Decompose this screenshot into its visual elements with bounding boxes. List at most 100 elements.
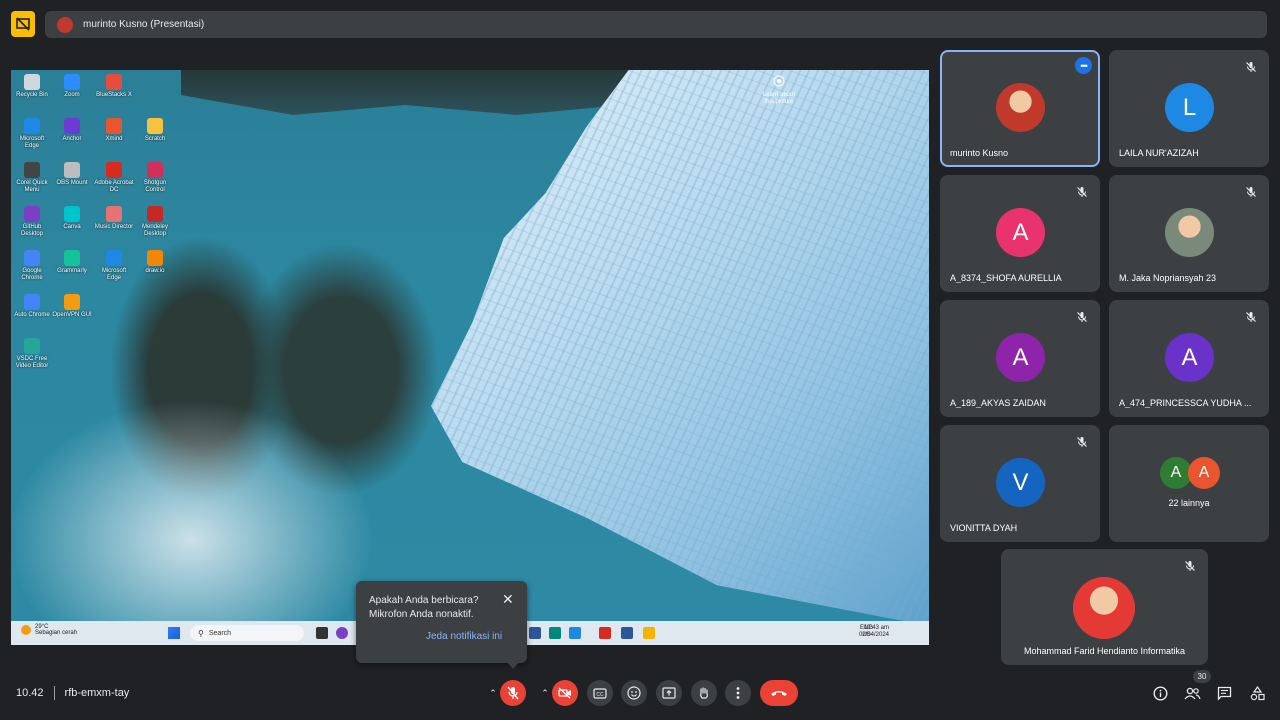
present-icon bbox=[662, 687, 676, 699]
taskbar-clock[interactable]: 10:43 am 02/04/2024 bbox=[859, 625, 889, 639]
desktop-icon-label: Zoom bbox=[64, 92, 80, 98]
desktop-icon[interactable]: OBS Mount bbox=[52, 162, 92, 187]
desktop-icon-label: Microsoft Edge bbox=[101, 268, 127, 281]
participant-tile[interactable]: Mohammad Farid Hendianto Informatika bbox=[1001, 549, 1208, 665]
people-icon bbox=[1184, 687, 1201, 699]
weather-widget[interactable]: 29°C Sebagian cerah bbox=[21, 624, 77, 636]
desktop-icon[interactable]: Shotgun Control bbox=[135, 162, 175, 194]
desktop-icon[interactable]: Mendeley Desktop bbox=[135, 206, 175, 238]
desktop-icon-label: Grammarly bbox=[57, 268, 87, 274]
people-button[interactable] bbox=[1183, 684, 1201, 702]
desktop-icon[interactable]: Xmind bbox=[94, 118, 134, 143]
taskbar-app-icon[interactable] bbox=[599, 627, 611, 639]
video-options-caret-icon[interactable]: ⌃ bbox=[538, 686, 552, 700]
desktop-icon[interactable]: BlueStacks X bbox=[94, 74, 134, 99]
desktop-icons: Recycle Bin Zoom BlueStacks X Microsoft Edg… bbox=[11, 70, 181, 390]
shared-screen: Recycle Bin Zoom BlueStacks X Microsoft Edg… bbox=[11, 70, 929, 645]
leave-call-button[interactable] bbox=[760, 680, 798, 706]
participant-name: murinto Kusno bbox=[950, 148, 1009, 158]
desktop-icon[interactable]: Corel Quick Menu bbox=[12, 162, 52, 194]
desktop-icon[interactable]: Scratch bbox=[135, 118, 175, 143]
desktop-icon[interactable]: draw.io bbox=[135, 250, 175, 275]
desktop-icon[interactable]: Music Director bbox=[94, 206, 134, 231]
app-icon bbox=[64, 250, 80, 266]
divider bbox=[53, 686, 55, 700]
desktop-icon[interactable]: Adobe Acrobat DC bbox=[94, 162, 134, 194]
meeting-details-button[interactable] bbox=[1151, 684, 1169, 702]
close-icon[interactable]: ✕ bbox=[502, 591, 514, 608]
taskbar-app-icon[interactable] bbox=[569, 627, 581, 639]
participant-tile[interactable]: murinto Kusno ••• bbox=[940, 50, 1100, 167]
desktop-icon-label: Mendeley Desktop bbox=[141, 224, 168, 237]
taskbar-app-icon[interactable] bbox=[316, 627, 328, 639]
participant-tile[interactable]: A A_474_PRINCESSCA YUDHA ... bbox=[1109, 300, 1269, 417]
desktop-icon-label: Shotgun Control bbox=[143, 180, 167, 193]
others-avatar: A bbox=[1188, 457, 1220, 489]
desktop-icon[interactable]: Recycle Bin bbox=[12, 74, 52, 99]
captions-button[interactable]: CC bbox=[587, 680, 613, 706]
pause-notification-button[interactable]: Jeda notifikasi ini bbox=[426, 631, 502, 642]
more-horizontal-icon[interactable]: ••• bbox=[1075, 57, 1092, 74]
desktop-icon[interactable]: OpenVPN GUI bbox=[52, 294, 92, 319]
reactions-button[interactable] bbox=[621, 680, 647, 706]
meeting-code[interactable]: rfb-emxm-tay bbox=[65, 687, 130, 699]
hang-up-icon bbox=[771, 691, 787, 696]
taskbar-app-icon[interactable] bbox=[336, 627, 348, 639]
desktop-icon-label: Anchor bbox=[62, 136, 82, 142]
meeting-info: 10.42 rfb-emxm-tay bbox=[16, 686, 129, 700]
audio-options-caret-icon[interactable]: ⌃ bbox=[486, 686, 500, 700]
activities-button[interactable] bbox=[1248, 684, 1266, 702]
present-screen-button[interactable] bbox=[656, 680, 682, 706]
desktop-icon[interactable]: Grammarly bbox=[52, 250, 92, 275]
desktop-icon[interactable]: Anchor bbox=[52, 118, 92, 143]
mic-muted-icon bbox=[1245, 60, 1257, 72]
camera-toggle-button[interactable] bbox=[552, 680, 578, 706]
participant-name: A_189_AKYAS ZAIDAN bbox=[950, 398, 1046, 408]
windows-start-icon[interactable] bbox=[168, 627, 180, 639]
desktop-icon[interactable]: Auto Chrome bbox=[12, 294, 52, 319]
participant-tile[interactable]: V VIONITTA DYAH bbox=[940, 425, 1100, 542]
taskbar-time: 10:43 am bbox=[863, 625, 889, 631]
raise-hand-button[interactable] bbox=[691, 680, 717, 706]
desktop-icon-label: draw.io bbox=[145, 268, 165, 274]
desktop-learn-picture[interactable]: Learn about this picture bbox=[759, 74, 799, 106]
desktop-icon[interactable]: Zoom bbox=[52, 74, 92, 99]
participant-tile[interactable]: M. Jaka Nopriansyah 23 bbox=[1109, 175, 1269, 292]
desktop-icon-label: OpenVPN GUI bbox=[52, 312, 92, 318]
desktop-icon[interactable]: VSDC Free Video Editor bbox=[12, 338, 52, 370]
desktop-icon-label: BlueStacks X bbox=[96, 92, 132, 98]
taskbar-date: 02/04/2024 bbox=[858, 632, 889, 638]
participant-avatar: A bbox=[996, 333, 1045, 382]
app-icon bbox=[106, 74, 122, 90]
desktop-icon-label: Adobe Acrobat DC bbox=[94, 180, 134, 193]
taskbar-search[interactable]: ⚲ Search bbox=[190, 625, 304, 641]
participant-tile[interactable]: A A_8374_SHOFA AURELLIA bbox=[940, 175, 1100, 292]
mic-muted-icon bbox=[1076, 185, 1088, 197]
app-icon bbox=[64, 162, 80, 178]
app-icon bbox=[106, 162, 122, 178]
desktop-icon[interactable]: Microsoft Edge bbox=[12, 118, 52, 150]
participant-photo bbox=[996, 83, 1045, 132]
taskbar-word-icon[interactable] bbox=[621, 627, 633, 639]
desktop-icon[interactable]: GitHub Desktop bbox=[12, 206, 52, 238]
microphone-toggle-button[interactable] bbox=[500, 680, 526, 706]
app-icon bbox=[106, 206, 122, 222]
taskbar-search-label: Search bbox=[208, 629, 232, 637]
participant-avatar: L bbox=[1165, 83, 1214, 132]
more-vertical-icon bbox=[736, 687, 740, 699]
taskbar-app-icon[interactable] bbox=[529, 627, 541, 639]
taskbar-folder-icon[interactable] bbox=[643, 627, 655, 639]
participant-tile[interactable]: A A_189_AKYAS ZAIDAN bbox=[940, 300, 1100, 417]
taskbar-app-icon[interactable] bbox=[549, 627, 561, 639]
shapes-icon bbox=[1250, 685, 1265, 700]
desktop-icon[interactable]: Microsoft Edge bbox=[94, 250, 134, 282]
app-icon bbox=[64, 206, 80, 222]
others-tile[interactable]: A A 22 lainnya bbox=[1109, 425, 1269, 542]
participant-tile[interactable]: L LAILA NUR'AZIZAH bbox=[1109, 50, 1269, 167]
camera-icon bbox=[773, 75, 785, 87]
more-options-button[interactable] bbox=[725, 680, 751, 706]
weather-sun-icon bbox=[21, 625, 31, 635]
chat-button[interactable] bbox=[1215, 684, 1233, 702]
desktop-icon[interactable]: Google Chrome bbox=[12, 250, 52, 282]
desktop-icon[interactable]: Canva bbox=[52, 206, 92, 231]
